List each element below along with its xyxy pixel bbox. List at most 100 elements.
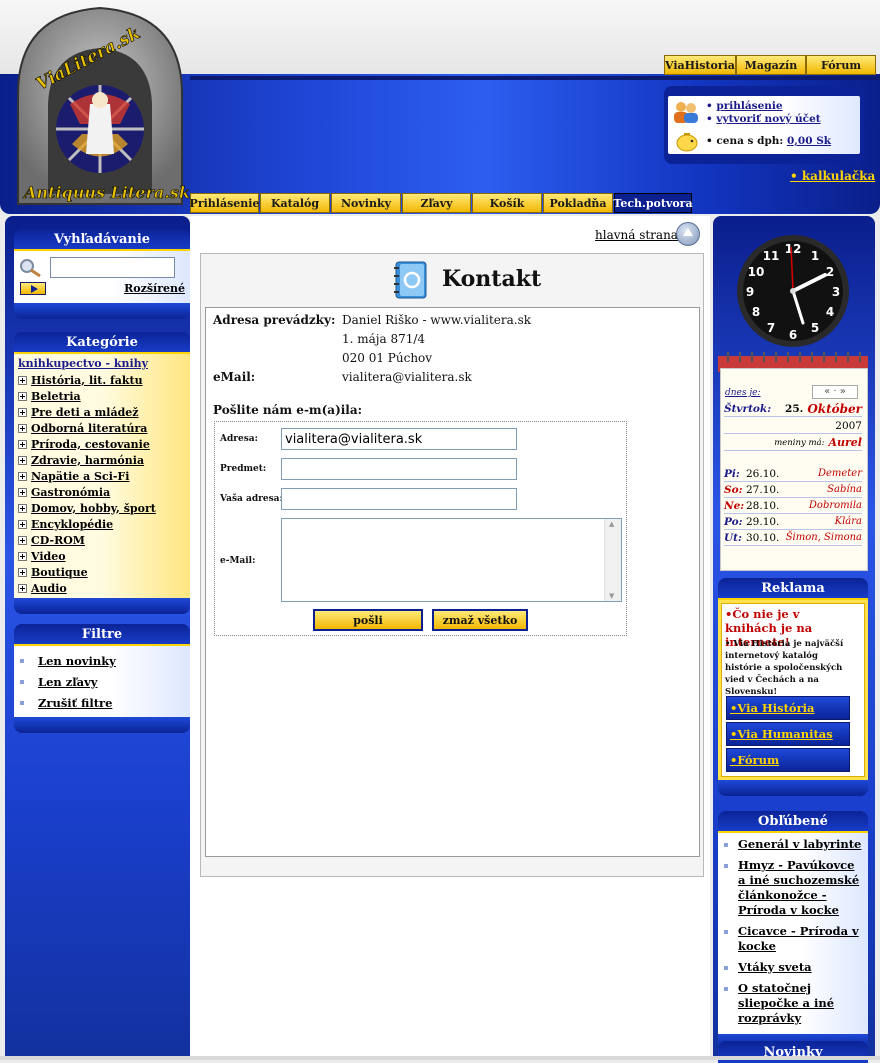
- cal-dow: So:: [724, 483, 743, 496]
- bullet-icon: [20, 700, 24, 705]
- category-link[interactable]: Zdravie, harmónia: [31, 454, 144, 467]
- message-textarea[interactable]: [281, 518, 622, 602]
- expand-icon[interactable]: [18, 487, 27, 497]
- login-link[interactable]: prihlásenie: [716, 100, 782, 112]
- login-row: • prihlásenie: [706, 100, 783, 112]
- nav-prihlasenie[interactable]: Prihlásenie: [190, 193, 259, 213]
- search-input[interactable]: [50, 257, 175, 278]
- nav-tech-potvora[interactable]: Tech.potvora: [613, 193, 693, 213]
- expand-icon[interactable]: [18, 535, 27, 545]
- ads-footer: [718, 780, 868, 796]
- category-link[interactable]: História, lit. faktu: [31, 374, 143, 387]
- filters-footer: [14, 717, 190, 733]
- nav-katalog[interactable]: Katalóg: [260, 193, 330, 213]
- expand-icon[interactable]: [18, 455, 27, 465]
- category-link[interactable]: Gastronómia: [31, 486, 110, 499]
- filters-panel: Filtre Len novinky Len zľavy Zrušiť filt…: [14, 624, 190, 733]
- advanced-search-link[interactable]: Rozšírené: [124, 282, 185, 295]
- ad-via-humanitas-link[interactable]: •Via Humanitas: [730, 727, 833, 741]
- category-link[interactable]: CD-ROM: [31, 534, 85, 547]
- category-link[interactable]: Audio: [31, 582, 67, 595]
- category-item: Audio: [18, 580, 186, 596]
- address-line: Daniel Riško - www.vialitera.sk: [342, 313, 532, 327]
- ad-forum-link[interactable]: •Fórum: [730, 753, 779, 767]
- ads-title: Reklama: [718, 578, 868, 600]
- expand-icon[interactable]: [18, 567, 27, 577]
- to-field[interactable]: [281, 428, 517, 450]
- register-row: • vytvoriť nový účet: [706, 113, 821, 125]
- filter-item: Zrušiť filtre: [20, 692, 184, 713]
- search-panel-title: Vyhľadávanie: [14, 229, 190, 251]
- nav-kosik[interactable]: Košík: [472, 193, 542, 213]
- calendar-row: Po: 29.10. Klára: [724, 514, 862, 530]
- cal-date: 29.10.: [746, 515, 780, 528]
- category-link[interactable]: Napätie a Sci-Fi: [31, 470, 129, 483]
- ad-via-historia-link[interactable]: •Via História: [730, 701, 814, 715]
- bullet-icon: [724, 864, 728, 868]
- filter-item: Len zľavy: [20, 671, 184, 692]
- nameday-label: meniny má:: [774, 437, 825, 448]
- cal-dow: Ut:: [724, 531, 742, 544]
- subject-field[interactable]: [281, 458, 517, 480]
- top-links: ViaHistoria Magazín Fórum: [664, 55, 876, 75]
- search-panel: Vyhľadávanie Rozšírené: [14, 229, 190, 319]
- favorite-link[interactable]: Cicavce - Príroda v kocke: [738, 924, 864, 954]
- expand-icon[interactable]: [18, 551, 27, 561]
- bullet-icon: [724, 966, 728, 970]
- expand-icon[interactable]: [18, 375, 27, 385]
- categories-list: knihkupectvo - knihy História, lit. fakt…: [14, 354, 190, 598]
- expand-icon[interactable]: [18, 519, 27, 529]
- cal-dow: Po:: [724, 515, 743, 528]
- from-field[interactable]: [281, 488, 517, 510]
- category-link[interactable]: Encyklopédie: [31, 518, 113, 531]
- favorite-link[interactable]: Vtáky sveta: [738, 960, 812, 975]
- expand-icon[interactable]: [18, 391, 27, 401]
- category-link[interactable]: Beletria: [31, 390, 81, 403]
- category-link[interactable]: Odborná literatúra: [31, 422, 147, 435]
- expand-icon[interactable]: [18, 423, 27, 433]
- category-link[interactable]: Domov, hobby, šport: [31, 502, 156, 515]
- favorite-link[interactable]: Hmyz - Pavúkovce a iné suchozemské článk…: [738, 858, 864, 918]
- svg-text:12: 12: [785, 242, 802, 256]
- email-label: eMail:: [213, 370, 256, 384]
- send-button[interactable]: pošli: [313, 609, 423, 631]
- category-link[interactable]: Pre deti a mládež: [31, 406, 139, 419]
- create-account-link[interactable]: vytvoriť nový účet: [716, 113, 820, 125]
- price-value[interactable]: 0,00 Sk: [787, 135, 831, 147]
- category-link[interactable]: Príroda, cestovanie: [31, 438, 150, 451]
- search-go-button[interactable]: [20, 282, 46, 295]
- nav-novinky[interactable]: Novinky: [331, 193, 401, 213]
- home-link[interactable]: hlavná strana: [595, 228, 678, 242]
- nav-pokladna[interactable]: Pokladňa: [543, 193, 613, 213]
- filter-cancel-link[interactable]: Zrušiť filtre: [38, 696, 112, 710]
- category-item: Príroda, cestovanie: [18, 436, 186, 452]
- expand-icon[interactable]: [18, 471, 27, 481]
- filter-new-link[interactable]: Len novinky: [38, 654, 116, 668]
- today-month: Október: [807, 401, 862, 416]
- ads-panel: Reklama •Čo nie je v knihách je na inter…: [718, 578, 868, 796]
- category-link[interactable]: Boutique: [31, 566, 88, 579]
- nav-zlavy[interactable]: Zľavy: [402, 193, 471, 213]
- calendar-nav[interactable]: « · »: [812, 385, 858, 399]
- favorite-link[interactable]: O statočnej sliepočke a iné rozprávky: [738, 981, 864, 1026]
- expand-icon[interactable]: [18, 503, 27, 513]
- clear-button[interactable]: zmaž všetko: [432, 609, 528, 631]
- user-box-inner: • prihlásenie • vytvoriť nový účet • cen…: [668, 96, 860, 154]
- expand-icon[interactable]: [18, 583, 27, 593]
- expand-icon[interactable]: [18, 407, 27, 417]
- category-item: Odborná literatúra: [18, 420, 186, 436]
- home-icon[interactable]: [676, 222, 700, 246]
- category-link[interactable]: Video: [31, 550, 66, 563]
- textarea-scrollbar[interactable]: [604, 519, 621, 601]
- toplink-forum[interactable]: Fórum: [805, 55, 876, 75]
- filter-discount-link[interactable]: Len zľavy: [38, 675, 97, 689]
- vialitera-logo[interactable]: ViaLitera.sk Antiquus Litera.sk: [10, 4, 190, 210]
- toplink-magazin[interactable]: Magazín: [735, 55, 806, 75]
- toplink-viahistoria[interactable]: ViaHistoria: [664, 55, 736, 75]
- favorite-link[interactable]: Generál v labyrinte: [738, 837, 861, 852]
- category-root-link[interactable]: knihkupectvo - knihy: [18, 357, 148, 370]
- favorites-title: Obľúbené: [718, 811, 868, 833]
- expand-icon[interactable]: [18, 439, 27, 449]
- calculator-link[interactable]: • kalkulačka: [790, 169, 875, 183]
- svg-text:6: 6: [789, 328, 797, 342]
